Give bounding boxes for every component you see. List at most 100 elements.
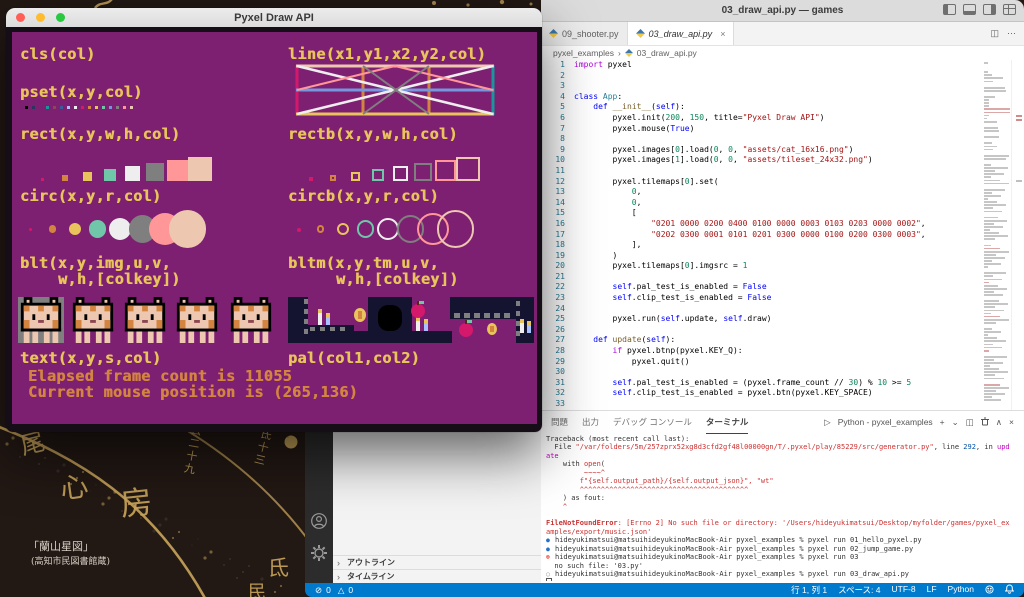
close-tab-icon[interactable]: × bbox=[720, 29, 725, 39]
pyxel-titlebar[interactable]: Pyxel Draw API bbox=[6, 8, 542, 28]
problems-indicator[interactable]: ⊘ 0 △ 0 bbox=[315, 585, 353, 596]
terminal-line[interactable]: ate bbox=[546, 452, 1018, 460]
overview-ruler[interactable] bbox=[1011, 60, 1024, 410]
code-line[interactable]: 19 ) bbox=[541, 251, 984, 262]
terminal-line[interactable]: ~~~~^ bbox=[546, 469, 1018, 477]
zoom-button[interactable] bbox=[56, 13, 65, 22]
new-terminal-icon[interactable]: + bbox=[940, 417, 945, 427]
code-line[interactable]: 26 bbox=[541, 325, 984, 336]
statusbar-item[interactable]: UTF-8 bbox=[892, 584, 916, 596]
sidebar-section-outline[interactable]: › アウトライン bbox=[333, 555, 541, 569]
feedback-smiley-icon[interactable] bbox=[985, 585, 994, 596]
split-terminal-icon[interactable]: ◫ bbox=[966, 417, 974, 428]
pyxel-window[interactable]: Pyxel Draw API cls(col) pset(x,y,col) re… bbox=[6, 8, 542, 432]
minimap[interactable] bbox=[984, 62, 1012, 408]
code-line[interactable]: 11 bbox=[541, 166, 984, 177]
code-line[interactable]: 14 0, bbox=[541, 198, 984, 209]
settings-gear-icon[interactable] bbox=[310, 544, 328, 567]
terminal-line[interactable]: ^^^^^^^^^^^^^^^^^^^^^^^^^^^^^^^^^^^^^^^^ bbox=[546, 486, 1018, 494]
notifications-bell-icon[interactable] bbox=[1005, 584, 1014, 596]
code-editor[interactable]: 1import pyxel234class App:5 def __init__… bbox=[541, 60, 1024, 410]
statusbar-item[interactable]: LF bbox=[927, 584, 937, 596]
code-line[interactable]: 5 def __init__(self): bbox=[541, 102, 984, 113]
code-line[interactable]: 6 pyxel.init(200, 150, title="Pyxel Draw… bbox=[541, 113, 984, 124]
code-line[interactable]: 16 "0201 0000 0200 0400 0100 0000 0003 0… bbox=[541, 219, 984, 230]
panel-tab[interactable]: 出力 bbox=[582, 411, 599, 433]
code-line[interactable]: 18 ], bbox=[541, 240, 984, 251]
terminal-line[interactable]: File "/var/folders/5m/257zprx52xg8d3cfd2… bbox=[546, 443, 1018, 451]
terminal-line[interactable]: FileNotFoundError: [Errno 2] No such fil… bbox=[546, 519, 1018, 527]
toggle-panel-icon[interactable] bbox=[963, 4, 976, 15]
terminal-line[interactable]: ⊗hideyukimatsui@matsuihideyukinoMacBook-… bbox=[546, 553, 1018, 561]
statusbar-item[interactable]: Python bbox=[948, 584, 974, 596]
shell-icon[interactable]: ▷ bbox=[824, 417, 831, 428]
close-panel-icon[interactable]: × bbox=[1009, 417, 1014, 427]
code-line[interactable]: 17 "0202 0300 0001 0101 0201 0300 0000 0… bbox=[541, 230, 984, 241]
toggle-sidebar-icon[interactable] bbox=[943, 4, 956, 15]
toggle-secondary-sidebar-icon[interactable] bbox=[983, 4, 996, 15]
sidebar-section-timeline[interactable]: › タイムライン bbox=[333, 569, 541, 583]
code-line[interactable]: 20 pyxel.tilemaps[0].imgsrc = 1 bbox=[541, 261, 984, 272]
terminal-line[interactable] bbox=[546, 511, 1018, 519]
vscode-titlebar[interactable]: 03_draw_api.py — games bbox=[541, 0, 1024, 22]
code-line[interactable]: 23 self.clip_test_is_enabled = False bbox=[541, 293, 984, 304]
terminal-line[interactable]: with open( bbox=[546, 460, 1018, 468]
more-actions-icon[interactable]: ⋯ bbox=[1007, 28, 1016, 39]
statusbar-item[interactable]: 行 1, 列 1 bbox=[791, 584, 827, 596]
panel-tab[interactable]: デバッグ コンソール bbox=[613, 411, 692, 433]
code-line[interactable]: 33 bbox=[541, 399, 984, 410]
terminal-line[interactable]: f"{self.output_path}/{self.output_json}"… bbox=[546, 477, 1018, 485]
code-line[interactable]: 7 pyxel.mouse(True) bbox=[541, 124, 984, 135]
code-line[interactable]: 27 def update(self): bbox=[541, 335, 984, 346]
split-editor-icon[interactable]: ◫ bbox=[990, 28, 999, 39]
code-line[interactable]: 8 bbox=[541, 134, 984, 145]
pset-pixel bbox=[88, 106, 91, 109]
code-line[interactable]: 13 0, bbox=[541, 187, 984, 198]
breadcrumb-file[interactable]: 03_draw_api.py bbox=[637, 48, 697, 58]
code-lines[interactable]: 1import pyxel234class App:5 def __init__… bbox=[541, 60, 984, 410]
tab-03-draw-api[interactable]: 03_draw_api.py × bbox=[628, 22, 735, 45]
code-line[interactable]: 28 if pyxel.btnp(pyxel.KEY_Q): bbox=[541, 346, 984, 357]
minimize-button[interactable] bbox=[36, 13, 45, 22]
code-line[interactable]: 30 bbox=[541, 367, 984, 378]
terminal-line[interactable]: amples/export/music.json' bbox=[546, 528, 1018, 536]
terminal-line[interactable]: ●hideyukimatsui@matsuihideyukinoMacBook-… bbox=[546, 545, 1018, 553]
code-line[interactable]: 1import pyxel bbox=[541, 60, 984, 71]
code-line[interactable]: 31 self.pal_test_is_enabled = (pyxel.fra… bbox=[541, 378, 984, 389]
code-line[interactable]: 29 pyxel.quit() bbox=[541, 357, 984, 368]
panel-tab[interactable]: ターミナル bbox=[706, 411, 749, 434]
terminal-line[interactable]: no such file: '03.py' bbox=[546, 562, 1018, 570]
shell-label[interactable]: Python - pyxel_examples bbox=[838, 417, 933, 427]
statusbar-item[interactable]: スペース: 4 bbox=[838, 584, 880, 596]
maximize-panel-icon[interactable]: ∧ bbox=[996, 417, 1002, 428]
command-status-icon: ● bbox=[546, 536, 555, 544]
trash-icon[interactable] bbox=[981, 417, 989, 428]
code-line[interactable]: 10 pyxel.images[1].load(0, 0, "assets/ti… bbox=[541, 155, 984, 166]
terminal-line[interactable]: ^ bbox=[546, 503, 1018, 511]
terminal-output[interactable]: Traceback (most recent call last): File … bbox=[546, 435, 1018, 581]
code-line[interactable]: 3 bbox=[541, 81, 984, 92]
terminal-line[interactable] bbox=[546, 578, 1018, 581]
panel-tab[interactable]: 問題 bbox=[551, 411, 568, 433]
code-line[interactable]: 15 [ bbox=[541, 208, 984, 219]
code-line[interactable]: 32 self.clip_test_is_enabled = pyxel.btn… bbox=[541, 388, 984, 399]
account-icon[interactable] bbox=[310, 512, 328, 535]
code-line[interactable]: 9 pyxel.images[0].load(0, 0, "assets/cat… bbox=[541, 145, 984, 156]
code-line[interactable]: 21 bbox=[541, 272, 984, 283]
code-line[interactable]: 24 bbox=[541, 304, 984, 315]
terminal-line[interactable]: ○hideyukimatsui@matsuihideyukinoMacBook-… bbox=[546, 570, 1018, 578]
close-button[interactable] bbox=[16, 13, 25, 22]
breadcrumb-folder[interactable]: pyxel_examples bbox=[553, 48, 614, 58]
code-line[interactable]: 12 pyxel.tilemaps[0].set( bbox=[541, 177, 984, 188]
terminal-line[interactable]: Traceback (most recent call last): bbox=[546, 435, 1018, 443]
terminal-line[interactable]: ) as fout: bbox=[546, 494, 1018, 502]
pyxel-canvas[interactable]: cls(col) pset(x,y,col) rect(x,y,w,h,col)… bbox=[12, 32, 537, 424]
terminal-line[interactable]: ●hideyukimatsui@matsuihideyukinoMacBook-… bbox=[546, 536, 1018, 544]
code-line[interactable]: 4class App: bbox=[541, 92, 984, 103]
code-line[interactable]: 25 pyxel.run(self.update, self.draw) bbox=[541, 314, 984, 325]
terminal-dropdown-icon[interactable]: ⌄ bbox=[952, 417, 959, 428]
tab-09-shooter[interactable]: 09_shooter.py bbox=[541, 22, 628, 45]
code-line[interactable]: 22 self.pal_test_is_enabled = False bbox=[541, 282, 984, 293]
code-line[interactable]: 2 bbox=[541, 71, 984, 82]
customize-layout-icon[interactable] bbox=[1003, 4, 1016, 15]
